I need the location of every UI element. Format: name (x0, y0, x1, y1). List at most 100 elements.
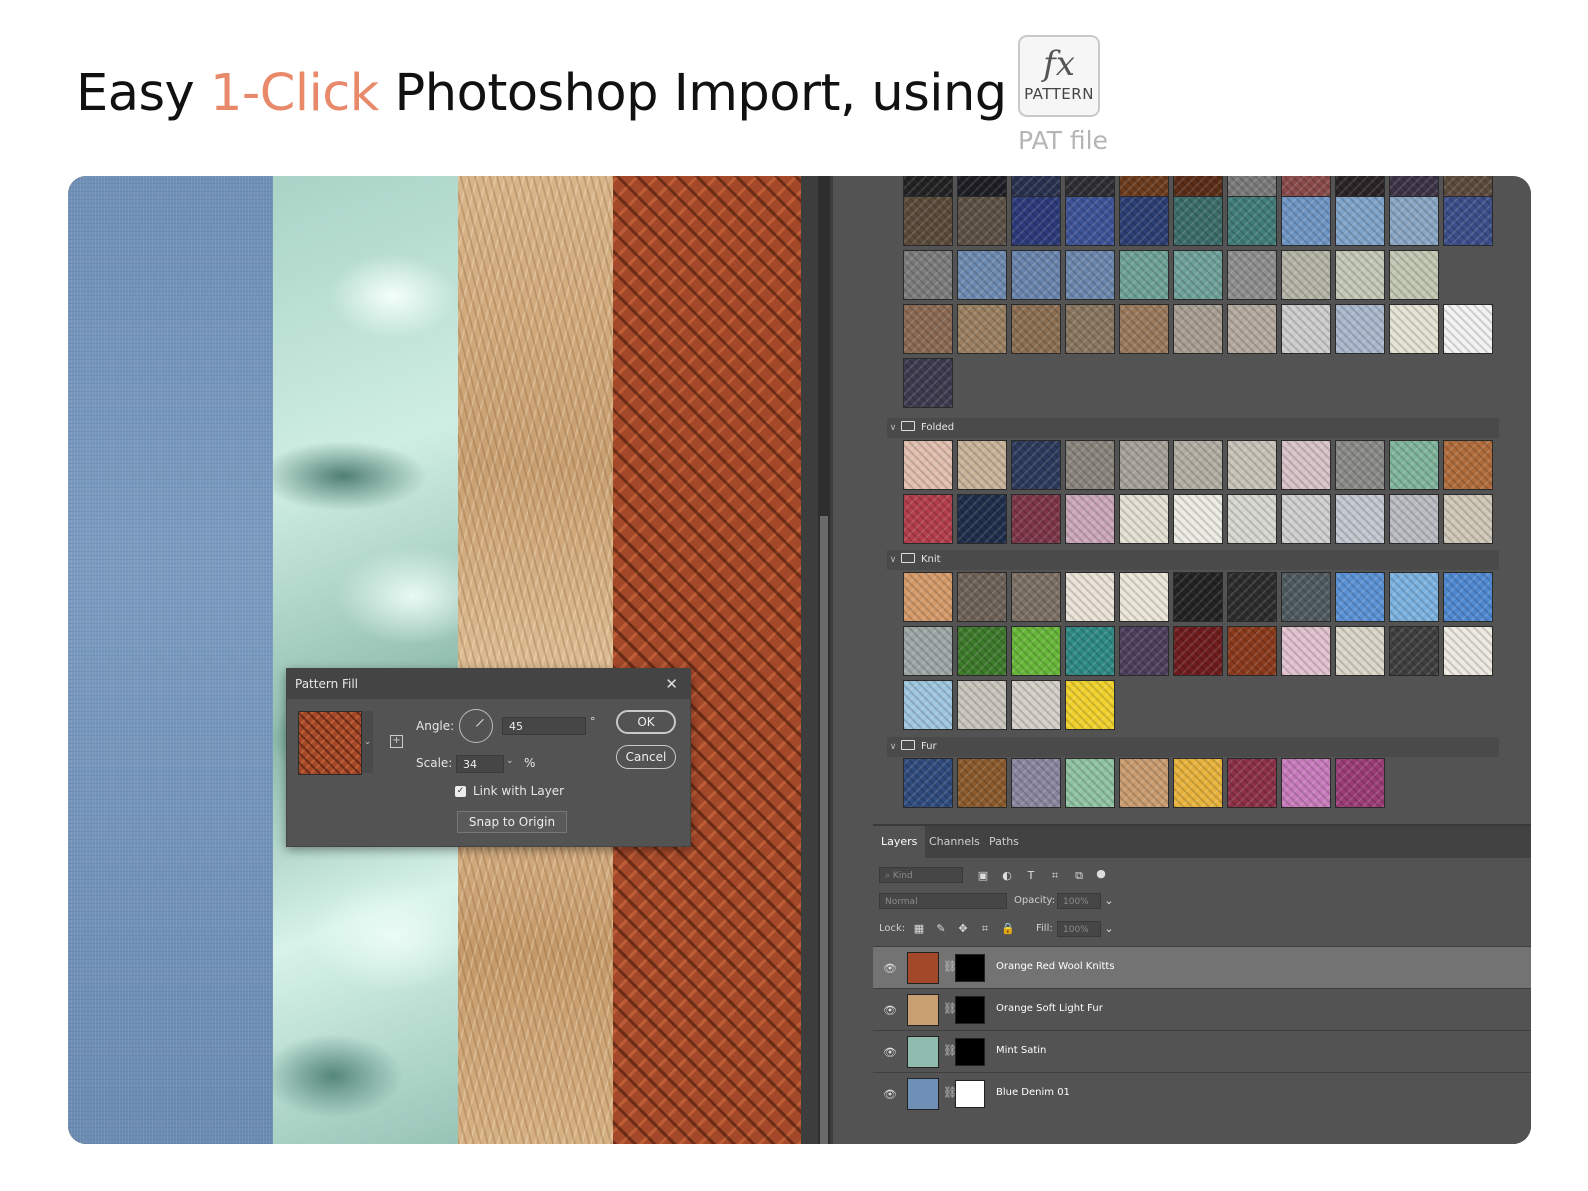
pattern-swatch[interactable] (298, 711, 362, 775)
cancel-button[interactable]: Cancel (616, 745, 676, 769)
pattern-swatch-knit1-0[interactable] (903, 572, 953, 622)
angle-dial[interactable] (459, 709, 493, 743)
pattern-swatch-knit2-8[interactable] (1335, 626, 1385, 676)
shape-filter-icon[interactable]: ⌗ (1049, 870, 1061, 882)
pattern-swatch-fur1-1[interactable] (957, 758, 1007, 808)
pattern-swatch-knit2-0[interactable] (903, 626, 953, 676)
pattern-swatch-row3-1[interactable] (957, 304, 1007, 354)
pattern-swatch-row1-3[interactable] (1065, 196, 1115, 246)
pattern-swatch-knit3-1[interactable] (957, 680, 1007, 730)
pattern-swatch-knit2-3[interactable] (1065, 626, 1115, 676)
pattern-swatch-row1-7[interactable] (1281, 196, 1331, 246)
pattern-swatch-row1-8[interactable] (1335, 196, 1385, 246)
pattern-swatch-row2-8[interactable] (1335, 250, 1385, 300)
pattern-swatch-knit1-6[interactable] (1227, 572, 1277, 622)
type-filter-icon[interactable]: T (1025, 870, 1037, 882)
ok-button[interactable]: OK (616, 710, 676, 734)
pattern-swatch-folded1-0[interactable] (903, 440, 953, 490)
angle-input[interactable]: 45 (502, 717, 586, 735)
lock-all-icon[interactable]: 🔒 (1001, 923, 1015, 935)
adjustment-filter-icon[interactable]: ◐ (1001, 870, 1013, 882)
pattern-swatch-fur1-4[interactable] (1119, 758, 1169, 808)
layer-mask-thumbnail[interactable] (955, 996, 985, 1024)
pattern-swatch-row2-4[interactable] (1119, 250, 1169, 300)
pattern-swatch-row1-10[interactable] (1443, 196, 1493, 246)
pattern-swatch-knit2-2[interactable] (1011, 626, 1061, 676)
visibility-eye-icon[interactable]: 👁 (883, 1088, 897, 1101)
scale-chevron-icon[interactable]: ⌄ (506, 756, 514, 766)
pattern-swatch-row2-1[interactable] (957, 250, 1007, 300)
pattern-swatch-folded2-5[interactable] (1173, 494, 1223, 544)
tab-channels[interactable]: Channels (921, 826, 988, 858)
pattern-swatch-row3-4[interactable] (1119, 304, 1169, 354)
layer-mask-thumbnail[interactable] (955, 954, 985, 982)
pattern-swatch-row3-0[interactable] (903, 304, 953, 354)
pattern-swatch-row1-4[interactable] (1119, 196, 1169, 246)
pattern-picker-chevron-icon[interactable]: ⌄ (362, 711, 373, 773)
pattern-swatch-row2-6[interactable] (1227, 250, 1277, 300)
pattern-swatch-knit3-0[interactable] (903, 680, 953, 730)
pattern-swatch-row1-1[interactable] (957, 196, 1007, 246)
pattern-swatch-fur1-7[interactable] (1281, 758, 1331, 808)
pattern-swatch-row2-7[interactable] (1281, 250, 1331, 300)
pattern-swatch-row3-3[interactable] (1065, 304, 1115, 354)
pattern-swatch-knit2-4[interactable] (1119, 626, 1169, 676)
blend-mode-select[interactable]: Normal (879, 893, 1007, 909)
pattern-swatch-row3-9[interactable] (1389, 304, 1439, 354)
lock-transparent-icon[interactable]: ▦ (913, 923, 925, 935)
pattern-swatch-knit2-7[interactable] (1281, 626, 1331, 676)
pattern-swatch-row3-7[interactable] (1281, 304, 1331, 354)
pattern-swatch-knit1-2[interactable] (1011, 572, 1061, 622)
pattern-swatch-knit1-9[interactable] (1389, 572, 1439, 622)
pattern-swatch-folded1-5[interactable] (1173, 440, 1223, 490)
pattern-swatch-row3-2[interactable] (1011, 304, 1061, 354)
pattern-swatch-row3-5[interactable] (1173, 304, 1223, 354)
tab-paths[interactable]: Paths (981, 826, 1027, 858)
pattern-swatch-knit2-9[interactable] (1389, 626, 1439, 676)
pattern-swatch-knit1-4[interactable] (1119, 572, 1169, 622)
layer-row[interactable]: 👁 ⛓ Orange Soft Light Fur (873, 988, 1531, 1031)
canvas-scrollbar[interactable] (801, 176, 833, 1144)
lock-position-icon[interactable]: ✥ (957, 923, 969, 935)
pattern-swatch-knit1-3[interactable] (1065, 572, 1115, 622)
pattern-swatch-folded1-7[interactable] (1281, 440, 1331, 490)
pattern-swatch-knit1-7[interactable] (1281, 572, 1331, 622)
pattern-swatch-knit3-3[interactable] (1065, 680, 1115, 730)
visibility-eye-icon[interactable]: 👁 (883, 962, 897, 975)
layer-row[interactable]: 👁 ⛓ Blue Denim 01 (873, 1072, 1531, 1115)
layer-mask-thumbnail[interactable] (955, 1038, 985, 1066)
smart-object-filter-icon[interactable]: ⧉ (1073, 870, 1085, 882)
pattern-swatch-knit2-6[interactable] (1227, 626, 1277, 676)
pattern-swatch-knit1-1[interactable] (957, 572, 1007, 622)
opacity-input[interactable]: 100% (1057, 893, 1101, 909)
fill-input[interactable]: 100% (1057, 921, 1101, 937)
pattern-swatch-fur1-5[interactable] (1173, 758, 1223, 808)
pattern-swatch-folded1-10[interactable] (1443, 440, 1493, 490)
pattern-swatch-row2-3[interactable] (1065, 250, 1115, 300)
pattern-swatch-knit2-1[interactable] (957, 626, 1007, 676)
pattern-swatch-fur1-6[interactable] (1227, 758, 1277, 808)
pattern-swatch-folded1-1[interactable] (957, 440, 1007, 490)
pattern-swatch-folded2-1[interactable] (957, 494, 1007, 544)
pattern-swatch-fur1-8[interactable] (1335, 758, 1385, 808)
filter-toggle-icon[interactable]: ● (1095, 868, 1107, 880)
visibility-eye-icon[interactable]: 👁 (883, 1004, 897, 1017)
layer-row[interactable]: 👁 ⛓ Orange Red Wool Knitts (873, 946, 1531, 989)
new-preset-icon[interactable]: + (390, 735, 403, 748)
pattern-swatch-row2-0[interactable] (903, 250, 953, 300)
pattern-swatch-row3-6[interactable] (1227, 304, 1277, 354)
scrollbar-thumb[interactable] (820, 516, 828, 1144)
pattern-swatch-row3-8[interactable] (1335, 304, 1385, 354)
pattern-swatch-folded2-0[interactable] (903, 494, 953, 544)
pattern-swatch-knit3-2[interactable] (1011, 680, 1061, 730)
pattern-swatch-row1-2[interactable] (1011, 196, 1061, 246)
pattern-list[interactable]: ∨ Folded ∨ Knit ∨ Fur (873, 176, 1499, 808)
pattern-swatch-folded2-6[interactable] (1227, 494, 1277, 544)
snap-to-origin-button[interactable]: Snap to Origin (457, 811, 567, 833)
layer-mask-thumbnail[interactable] (955, 1080, 985, 1108)
visibility-eye-icon[interactable]: 👁 (883, 1046, 897, 1059)
layer-row[interactable]: 👁 ⛓ Mint Satin (873, 1030, 1531, 1073)
scale-input[interactable]: 34 (456, 755, 504, 773)
pattern-swatch-folded1-6[interactable] (1227, 440, 1277, 490)
pattern-swatch-row2-2[interactable] (1011, 250, 1061, 300)
